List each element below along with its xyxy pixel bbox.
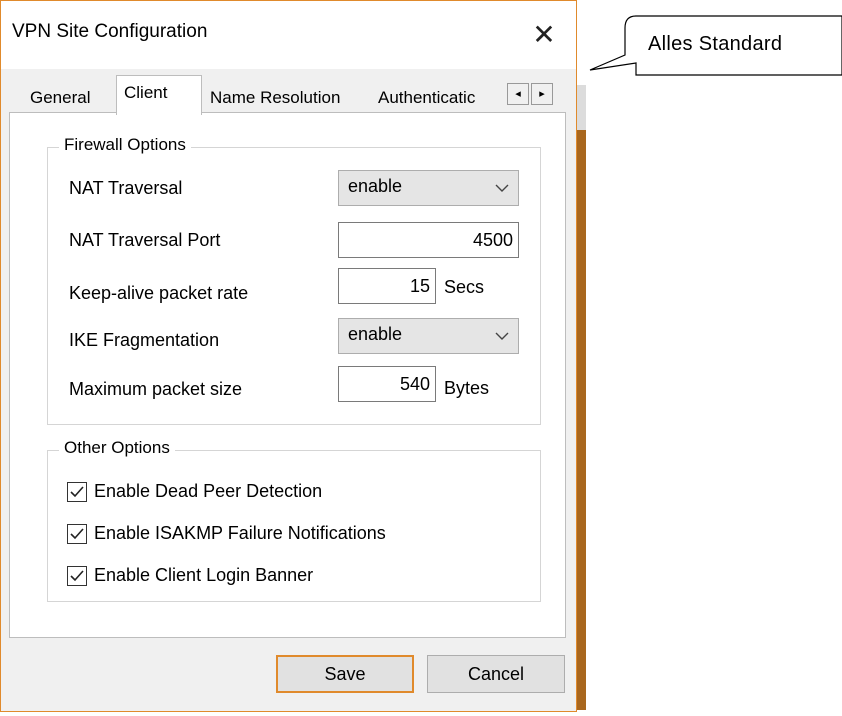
checkbox-label: Enable Dead Peer Detection [94,481,323,501]
max-packet-size-label: Maximum packet size [69,379,243,399]
max-packet-size-input[interactable]: 540 [338,366,436,402]
checkmark-icon [70,486,84,498]
keepalive-rate-input[interactable]: 15 [338,268,436,304]
ike-fragmentation-value: enable [348,324,403,344]
tab-general[interactable]: General [23,83,116,113]
background-window-strip [577,130,586,710]
ike-fragmentation-label: IKE Fragmentation [69,330,220,350]
nat-traversal-select[interactable]: enable [338,170,519,206]
other-options-legend: Other Options [59,438,175,458]
ike-fragmentation-select[interactable]: enable [338,318,519,354]
chevron-down-icon [495,184,509,192]
keepalive-label: Keep-alive packet rate [69,283,249,303]
tab-scroll-right-button[interactable]: ▸ [531,83,553,105]
cancel-button[interactable]: Cancel [427,655,565,693]
checkmark-icon [70,570,84,582]
nat-traversal-port-label: NAT Traversal Port [69,230,221,250]
isakmp-failure-notifications-checkbox[interactable]: Enable ISAKMP Failure Notifications [67,523,437,545]
tab-label: General [30,88,91,107]
tab-label: Client [124,83,168,102]
title-bar: VPN Site Configuration ✕ [1,1,576,69]
checkbox-label: Enable ISAKMP Failure Notifications [94,523,386,543]
tab-authentication[interactable]: Authenticatic [371,83,507,113]
firewall-options-legend: Firewall Options [59,135,191,155]
nat-traversal-value: enable [348,176,403,196]
arrow-left-icon: ◂ [515,88,521,100]
checkbox-box[interactable] [67,524,87,544]
close-icon: ✕ [532,19,556,50]
max-packet-size-unit: Bytes [444,378,490,398]
arrow-right-icon: ▸ [539,88,545,100]
chevron-down-icon [495,332,509,340]
tab-label: Authenticatic [378,88,476,107]
client-login-banner-checkbox[interactable]: Enable Client Login Banner [67,565,367,587]
dead-peer-detection-checkbox[interactable]: Enable Dead Peer Detection [67,481,367,503]
tab-name-resolution[interactable]: Name Resolution [203,83,373,113]
callout-text: Alles Standard [648,33,783,55]
callout-bubble [589,15,842,76]
tab-label: Name Resolution [210,88,341,107]
nat-traversal-label: NAT Traversal [69,178,183,198]
save-button[interactable]: Save [276,655,414,693]
client-tab-panel: Firewall Options NAT Traversal enable NA… [9,112,566,638]
tab-scroll-left-button[interactable]: ◂ [507,83,529,105]
checkbox-box[interactable] [67,566,87,586]
keepalive-unit: Secs [444,277,485,297]
vpn-site-configuration-dialog: VPN Site Configuration ✕ General Client … [0,0,577,712]
checkbox-label: Enable Client Login Banner [94,565,314,585]
checkmark-icon [70,528,84,540]
nat-traversal-port-input[interactable]: 4500 [338,222,519,258]
tab-client[interactable]: Client [116,75,202,115]
close-button[interactable]: ✕ [521,13,567,57]
checkbox-box[interactable] [67,482,87,502]
window-title: VPN Site Configuration [12,21,208,42]
